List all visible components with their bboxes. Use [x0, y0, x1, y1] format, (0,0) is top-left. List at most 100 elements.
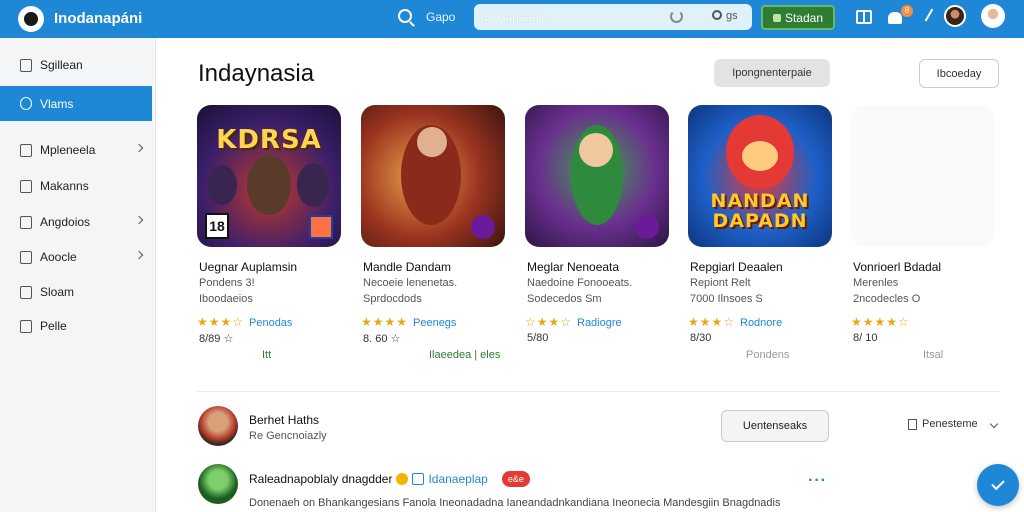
card-footer[interactable]: Pondens: [746, 349, 789, 361]
edit-icon[interactable]: [924, 8, 934, 22]
home-icon: [20, 58, 32, 72]
game-card[interactable]: Meglar Nenoeata Naedoine Fonooeats. Sode…: [429, 105, 671, 361]
store-link[interactable]: Penodas: [249, 317, 292, 329]
sidebar: Sgillean Vlams Mpleneela Makanns Angdoio…: [0, 38, 156, 512]
game-cover-image[interactable]: KDRSA 18: [197, 105, 341, 247]
age-rating-badge: 18: [205, 213, 229, 239]
star-rating: ★★★☆: [688, 315, 736, 329]
sidebar-item-sloam[interactable]: Sloam: [0, 276, 152, 308]
top-bar: Inodanapáni Gapo gs Stadan 8: [0, 0, 1024, 38]
game-meta: Sodecedos Sm: [527, 293, 602, 305]
game-card[interactable]: NANDAN DAPADN Repgiarl Deaalen Repiont R…: [688, 105, 834, 361]
avatar[interactable]: [198, 406, 238, 446]
apps-icon[interactable]: [856, 10, 872, 24]
store-link[interactable]: Peenegs: [413, 317, 456, 329]
action-icon: [772, 13, 781, 22]
chevron-right-icon: [134, 250, 144, 260]
sidebar-item-label: Sgillean: [40, 58, 83, 72]
sidebar-item-label: Pelle: [40, 319, 67, 333]
sidebar-item-angdoios[interactable]: Angdoios: [0, 206, 152, 238]
game-cover-title: KDRSA: [216, 125, 322, 155]
avatar[interactable]: [198, 464, 238, 504]
game-meta: 2ncodecles O: [853, 293, 921, 305]
game-cover-image[interactable]: [851, 105, 995, 247]
circle-icon: [20, 97, 32, 110]
publisher-badge-icon: [635, 215, 659, 239]
sidebar-item-pelle[interactable]: Pelle: [0, 310, 152, 342]
confirm-fab-button[interactable]: [977, 464, 1019, 506]
game-meta: Iboodaeios: [199, 293, 253, 305]
sort-label: Penesteme: [922, 418, 978, 430]
settings-icon: [20, 250, 32, 264]
star-rating: ★★★★: [361, 315, 409, 329]
game-title[interactable]: Vonrioerl Bdadal: [853, 260, 941, 274]
game-subtitle: Naedoine Fonooeats.: [527, 277, 633, 289]
game-subtitle: Pondens 3!: [199, 277, 255, 289]
status-badge: e&e: [501, 471, 530, 487]
sort-icon: [908, 418, 917, 430]
app-logo-icon[interactable]: [18, 6, 44, 32]
primary-button[interactable]: Ipongnenterpaie: [714, 59, 830, 87]
sidebar-item-mpleneela[interactable]: Mpleneela: [0, 134, 152, 166]
chevron-down-icon: [989, 419, 998, 429]
game-cover-image[interactable]: NANDAN DAPADN: [688, 105, 832, 247]
publisher-badge-icon: [309, 215, 333, 239]
user-name[interactable]: Berhet Haths: [249, 413, 319, 427]
post-tag[interactable]: Idanaeplap: [428, 472, 487, 486]
sort-dropdown[interactable]: Penesteme: [908, 418, 998, 430]
action-button[interactable]: Stadan: [761, 5, 835, 30]
user-subtitle: Re Gencnoiazly: [249, 430, 327, 442]
publisher-badge-icon: [471, 215, 495, 239]
notification-badge: 8: [901, 5, 913, 17]
refresh-icon[interactable]: [670, 10, 683, 23]
app-title: Inodanapáni: [54, 10, 143, 27]
search-submit-icon[interactable]: [712, 10, 722, 20]
game-meta: Sprdocdods: [363, 293, 422, 305]
avatar[interactable]: [944, 5, 966, 27]
action-button-label: Stadan: [784, 10, 824, 25]
sidebar-item-makanns[interactable]: Makanns: [0, 170, 152, 202]
search-icon[interactable]: [398, 9, 412, 23]
post-author[interactable]: Raleadnapoblaly dnagdder: [249, 472, 392, 486]
chevron-right-icon: [134, 215, 144, 225]
game-cover-image[interactable]: [361, 105, 505, 247]
bell-icon[interactable]: [888, 12, 902, 24]
check-icon: [991, 476, 1005, 491]
follow-button[interactable]: Uentenseaks: [721, 410, 829, 442]
game-price: 8/ 10: [853, 332, 878, 344]
sidebar-item-label: Aoocle: [40, 250, 77, 264]
game-card[interactable]: Vonrioerl Bdadal Merenles 2ncodecles O ★…: [851, 105, 997, 361]
search-box[interactable]: gs: [474, 4, 752, 30]
more-options-icon[interactable]: ···: [808, 472, 827, 490]
game-card[interactable]: Mandle Dandam Necoeie lenenetas. Sprdocd…: [361, 105, 507, 355]
lock-icon: [20, 285, 32, 299]
card-footer[interactable]: Itsal: [923, 349, 943, 361]
search-label: Gapo: [426, 10, 456, 24]
store-link[interactable]: Radiogre: [577, 317, 622, 329]
sidebar-item-aoocle[interactable]: Aoocle: [0, 241, 152, 273]
card-footer[interactable]: Ilaeedea | eles: [429, 349, 500, 361]
game-meta: 7000 Ilnsoes S: [690, 293, 763, 305]
search-hint: gs: [726, 10, 738, 22]
game-title[interactable]: Meglar Nenoeata: [527, 260, 619, 274]
card-footer[interactable]: Itt: [262, 349, 271, 361]
game-price: 8/30: [690, 332, 712, 344]
profile-avatar[interactable]: [981, 4, 1005, 28]
chevron-right-icon: [134, 143, 144, 153]
game-title[interactable]: Repgiarl Deaalen: [690, 260, 783, 274]
game-title[interactable]: Mandle Dandam: [363, 260, 451, 274]
game-card[interactable]: KDRSA 18 Uegnar Auplamsin Pondens 3! Ibo…: [197, 105, 343, 361]
sidebar-item-label: Angdoios: [40, 215, 91, 229]
sidebar-item-vlams[interactable]: Vlams: [0, 86, 152, 121]
post-body: Donenaeh on Bhankangesians Fanola Ineona…: [249, 497, 781, 509]
game-subtitle: Repiont Relt: [690, 277, 751, 289]
secondary-button[interactable]: Ibcoeday: [919, 59, 999, 88]
sidebar-item-label: Sloam: [40, 285, 75, 299]
store-link[interactable]: Rodnore: [740, 317, 782, 329]
game-price: 5/80: [527, 332, 549, 344]
game-cover-image[interactable]: [525, 105, 669, 247]
game-cover-title: NANDAN DAPADN: [710, 190, 810, 232]
game-title[interactable]: Uegnar Auplamsin: [199, 260, 297, 274]
sidebar-item-home[interactable]: Sgillean: [0, 49, 152, 81]
search-input[interactable]: [484, 10, 664, 24]
